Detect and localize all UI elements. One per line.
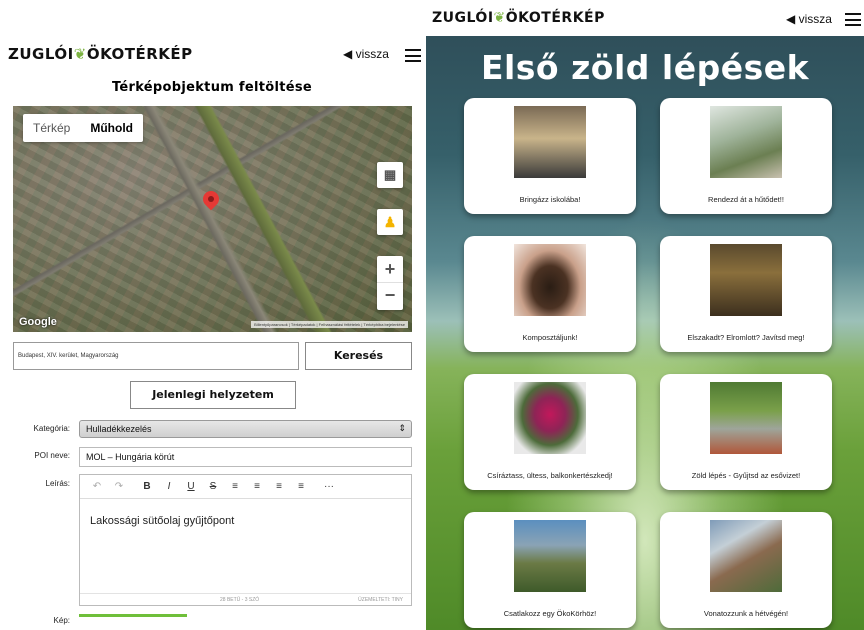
fridge-food-photo [710, 106, 782, 178]
leaf-icon: ❦ [493, 10, 506, 26]
card-label: Vonatozzunk a hétvégén! [703, 609, 789, 618]
card-label: Bringázz iskolába! [519, 195, 581, 204]
location-pin-icon[interactable] [199, 187, 223, 211]
card-label: Elszakadt? Elromlott? Javítsd meg! [687, 333, 805, 342]
back-arrow-icon: ◀︎ [343, 47, 353, 61]
align-center-icon[interactable]: ≡ [246, 481, 268, 492]
align-left-icon[interactable]: ≡ [224, 481, 246, 492]
category-value: Hulladékkezelés [86, 424, 152, 434]
card-label: Komposztáljunk! [522, 333, 578, 342]
zoom-in-icon[interactable]: + [377, 256, 403, 283]
editor-toolbar: ↶ ↷ B I U S ≡ ≡ ≡ ≡ ··· [80, 475, 411, 499]
step-card-repair[interactable]: Elszakadt? Elromlott? Javítsd meg! [660, 236, 832, 352]
step-card-fridge[interactable]: Rendezd át a hűtődet!! [660, 98, 832, 214]
layers-grid-icon[interactable]: ▦ [377, 162, 403, 188]
compost-hands-photo [514, 244, 586, 316]
zoom-controls: + − [377, 256, 403, 310]
repair-shop-photo [710, 244, 782, 316]
align-right-icon[interactable]: ≡ [268, 481, 290, 492]
train-photo [710, 520, 782, 592]
step-card-bike[interactable]: Bringázz iskolába! [464, 98, 636, 214]
brand-text: ZUGLÓI [8, 45, 74, 63]
description-editor: ↶ ↷ B I U S ≡ ≡ ≡ ≡ ··· Lakossági sütőol… [79, 474, 412, 606]
back-label: vissza [355, 47, 389, 61]
card-label: Csatlakozz egy ÖkoKörhöz! [503, 609, 597, 618]
step-card-train[interactable]: Vonatozzunk a hétvégén! [660, 512, 832, 628]
step-card-eco-circle[interactable]: Csatlakozz egy ÖkoKörhöz! [464, 512, 636, 628]
select-arrows-icon: ⇕ [398, 423, 406, 433]
app-logo[interactable]: ZUGLÓI❦ÖKOTÉRKÉP [432, 10, 605, 26]
map-view[interactable]: Térkép Műhold ▦ ♟ + − Google Billentyűpa… [13, 106, 412, 332]
back-arrow-icon: ◀︎ [786, 12, 796, 26]
redo-icon[interactable]: ↷ [108, 481, 130, 492]
step-card-rainwater[interactable]: Zöld lépés - Gyűjtsd az esővizet! [660, 374, 832, 490]
leaf-icon: ❦ [73, 45, 87, 63]
search-button[interactable]: Keresés [305, 342, 412, 370]
poi-name-input[interactable]: MOL – Hungária körút [79, 447, 412, 467]
category-label: Kategória: [33, 424, 70, 433]
app-logo[interactable]: ZUGLÓI❦ÖKOTÉRKÉP [8, 45, 193, 63]
back-label: vissza [798, 12, 832, 26]
address-input[interactable]: Budapest, XIV. kerület, Magyarország [13, 342, 299, 370]
step-card-garden[interactable]: Csíráztass, ültess, balkonkertészkedj! [464, 374, 636, 490]
map-attribution[interactable]: Billentyűparancsok | Térképadatok | Felh… [251, 321, 408, 328]
description-label: Leírás: [45, 479, 70, 488]
bold-button[interactable]: B [136, 481, 158, 492]
brand-text: ZUGLÓI [432, 10, 494, 26]
word-count: 28 BETŰ - 3 SZÓ [220, 597, 260, 603]
google-logo: Google [19, 316, 57, 328]
watering-can-photo [710, 382, 782, 454]
back-button[interactable]: ◀︎ vissza [343, 47, 389, 61]
page-title: Térképobjektum feltöltése [111, 80, 313, 95]
align-justify-icon[interactable]: ≡ [290, 481, 312, 492]
image-label: Kép: [53, 616, 70, 625]
description-text-area[interactable]: Lakossági sütőolaj gyűjtőpont [80, 499, 411, 543]
poi-name-label: POI neve: [34, 451, 70, 460]
tab-map[interactable]: Térkép [23, 114, 80, 142]
hamburger-menu-icon[interactable] [405, 49, 421, 62]
current-location-button[interactable]: Jelenlegi helyzetem [130, 381, 296, 409]
strikethrough-button[interactable]: S [202, 481, 224, 492]
more-options-icon[interactable]: ··· [318, 481, 340, 492]
step-card-compost[interactable]: Komposztáljunk! [464, 236, 636, 352]
upload-screen: ZUGLÓI❦ÖKOTÉRKÉP ◀︎ vissza Térképobjektu… [0, 0, 424, 630]
street-view-pegman-icon[interactable]: ♟ [377, 209, 403, 235]
italic-button[interactable]: I [158, 481, 180, 492]
editor-status-bar: 28 BETŰ - 3 SZÓ ÜZEMELTETI: TINY [80, 593, 411, 605]
page-title: Első zöld lépések [480, 48, 810, 87]
zoom-out-icon[interactable]: − [377, 283, 403, 310]
powered-by-tiny[interactable]: ÜZEMELTETI: TINY [358, 597, 403, 603]
cyclist-photo [514, 106, 586, 178]
image-upload-field[interactable] [79, 614, 187, 622]
brand-text: ÖKOTÉRKÉP [505, 10, 605, 26]
first-green-steps-screen: ZUGLÓI❦ÖKOTÉRKÉP ◀︎ vissza Első zöld lép… [426, 0, 864, 630]
card-label: Csíráztass, ültess, balkonkertészkedj! [487, 471, 613, 480]
card-label: Rendezd át a hűtődet!! [708, 195, 784, 204]
category-select[interactable]: Hulladékkezelés ⇕ [79, 420, 412, 438]
flower-pot-photo [514, 382, 586, 454]
hamburger-menu-icon[interactable] [845, 13, 861, 26]
group-photo [514, 520, 586, 592]
undo-icon[interactable]: ↶ [86, 481, 108, 492]
map-type-tabs: Térkép Műhold [23, 114, 144, 142]
brand-text: ÖKOTÉRKÉP [86, 45, 193, 63]
card-label: Zöld lépés - Gyűjtsd az esővizet! [691, 471, 801, 480]
tab-satellite[interactable]: Műhold [80, 114, 143, 142]
back-button[interactable]: ◀︎ vissza [786, 12, 832, 26]
underline-button[interactable]: U [180, 481, 202, 492]
